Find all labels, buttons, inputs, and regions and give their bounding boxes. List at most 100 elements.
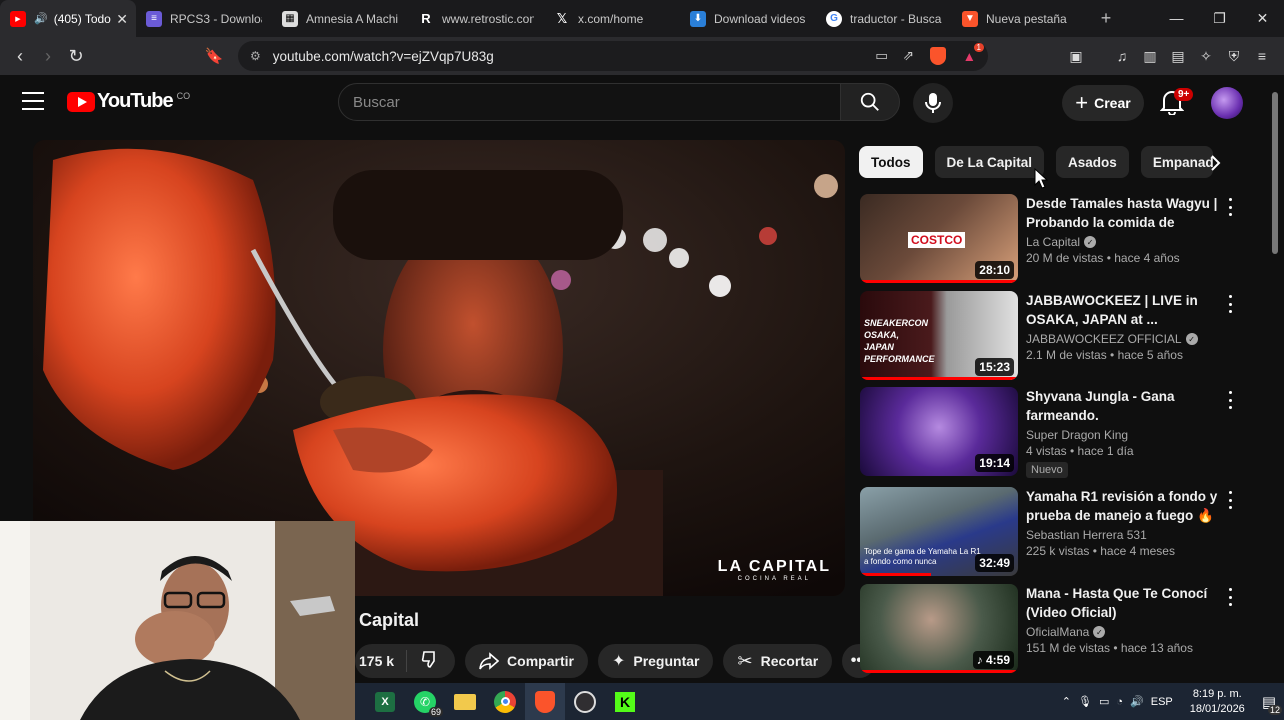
recommendation-card[interactable]: Tope de gama de Yamaha La R1 a fondo com… [859,487,1249,579]
chevron-right-icon[interactable] [1204,152,1226,174]
music-icon[interactable]: ♫ [1110,48,1134,64]
tab-x[interactable]: 𝕏 x.com/home [544,0,680,37]
scrollbar-thumb[interactable] [1272,92,1278,254]
tab-download-videos[interactable]: ⬇ Download videos [680,0,816,37]
sidebar-icon[interactable]: ▥ [1138,48,1162,65]
search-icon [860,92,879,111]
volume-icon[interactable]: 🔊 [1130,695,1144,708]
brave-taskbar-icon[interactable] [525,683,565,720]
kick-icon[interactable]: K [605,683,645,720]
file-explorer-icon[interactable] [445,683,485,720]
brave-shield-icon[interactable] [930,47,946,65]
wifi-icon[interactable]: ◔ [1116,696,1123,708]
tab-rpcs3[interactable]: ≡ RPCS3 - Downloa [136,0,272,37]
like-count[interactable]: 175 k [355,650,408,672]
channel-name[interactable]: JABBAWOCKEEZ OFFICIAL [1026,332,1182,346]
ask-button[interactable]: ✦ Preguntar [597,644,714,678]
tab-google[interactable]: G traductor - Buscar [816,0,952,37]
reload-icon[interactable]: ↻ [62,46,90,67]
channel-name[interactable]: OficialMana [1026,625,1089,639]
video-title[interactable]: Yamaha R1 revisión a fondo y prueba de m… [1026,487,1222,525]
chevron-up-icon[interactable]: ⌃ [1062,695,1071,708]
search-input[interactable] [338,83,843,121]
thumbnail[interactable]: Tope de gama de Yamaha La R1 a fondo com… [860,487,1018,576]
chip-de-la-capital[interactable]: De La Capital [934,146,1045,178]
thumbnail[interactable]: ♪ 4:59 [860,584,1018,673]
menu-icon[interactable]: ≡ [1250,48,1274,64]
bookmark-icon[interactable]: 🔖 [200,47,228,65]
more-options-icon[interactable] [1225,391,1235,409]
tab-retrostic[interactable]: R www.retrostic.con [408,0,544,37]
url-field[interactable]: ⚙ youtube.com/watch?v=ejZVqp7U83g ▭ ⇗ ▲ … [238,41,988,71]
thumbnail[interactable]: COSTCO 28:10 [860,194,1018,283]
more-options-icon[interactable] [1225,295,1235,313]
battery-icon[interactable]: ▭ [1099,695,1109,708]
restore-icon[interactable]: ❐ [1198,0,1241,37]
cast-icon[interactable]: ▭ [875,48,888,64]
forward-icon[interactable]: › [34,46,62,67]
share-icon[interactable]: ⇗ [903,48,914,64]
channel-name[interactable]: Super Dragon King [1026,428,1128,442]
back-icon[interactable]: ‹ [6,46,34,67]
avatar[interactable] [1211,87,1243,119]
new-tab-button[interactable]: + [1088,8,1124,29]
thumbnail-overlay-text: SNEAKERCON OSAKA, JAPAN PERFORMANCE [864,318,935,364]
reader-icon[interactable]: ▣ [1064,48,1088,65]
tab-youtube[interactable]: ▶ 🔊 (405) Todo ✕ [0,0,136,37]
chrome-icon[interactable] [485,683,525,720]
thumbs-down-icon [421,650,435,668]
video-title[interactable]: Shyvana Jungla - Gana farmeando. [1026,387,1222,425]
vpn-icon[interactable]: ⛨ [1222,48,1246,65]
share-button[interactable]: Compartir [465,644,588,678]
channel-name[interactable]: Sebastian Herrera 531 [1026,528,1147,542]
search-button[interactable] [840,83,900,121]
chip-asados[interactable]: Asados [1056,146,1129,178]
wallet-icon[interactable]: ▤ [1166,48,1190,65]
site-settings-icon[interactable]: ⚙ [250,49,261,63]
country-code: CO [176,90,191,101]
notification-center-icon[interactable]: ▤ 12 [1262,693,1282,715]
language-indicator[interactable]: ESP [1151,696,1173,708]
microphone-tray-icon[interactable]: 🎙 [1078,695,1092,708]
clip-button[interactable]: ✂ Recortar [723,644,833,678]
dislike-button[interactable] [407,649,455,674]
youtube-icon: ▶ [10,10,26,27]
recommendation-card[interactable]: ♪ 4:59 Mana - Hasta Que Te Conocí (Video… [859,584,1249,676]
youtube-logo[interactable]: YouTube CO [67,90,190,113]
watch-progress [860,377,1018,380]
rewards-icon[interactable]: ▲ [963,49,976,64]
recommendation-card[interactable]: 19:14 Shyvana Jungla - Gana farmeando. S… [859,387,1249,479]
tab-amnesia[interactable]: ▦ Amnesia A Machi [272,0,408,37]
video-title[interactable]: JABBAWOCKEEZ | LIVE in OSAKA, JAPAN at .… [1026,291,1222,329]
recommendation-card[interactable]: COSTCO 28:10 Desde Tamales hasta Wagyu |… [859,194,1249,286]
video-title[interactable]: Desde Tamales hasta Wagyu | Probando la … [1026,194,1222,232]
create-button[interactable]: + Crear [1062,85,1144,121]
voice-search-button[interactable] [913,83,953,123]
clock[interactable]: 8:19 p. m. 18/01/2026 [1190,687,1245,717]
notifications-button[interactable]: 9+ [1159,88,1194,117]
video-meta: 225 k vistas • hace 4 meses [1026,544,1175,558]
hamburger-menu-icon[interactable] [22,92,44,110]
more-options-icon[interactable] [1225,198,1235,216]
tab-new[interactable]: ▼ Nueva pestaña [952,0,1088,37]
close-window-icon[interactable]: ✕ [1241,0,1284,37]
recommendation-card[interactable]: SNEAKERCON OSAKA, JAPAN PERFORMANCE 15:2… [859,291,1249,383]
ai-icon[interactable]: ✧ [1194,48,1218,65]
more-options-icon[interactable] [1225,588,1235,606]
page-scrollbar[interactable] [1271,92,1279,680]
video-duration: 28:10 [975,261,1014,279]
thumbnail[interactable]: SNEAKERCON OSAKA, JAPAN PERFORMANCE 15:2… [860,291,1018,380]
whatsapp-icon[interactable]: ✆ 69 [405,683,445,720]
chip-todos[interactable]: Todos [859,146,923,178]
thumbnail[interactable]: 19:14 [860,387,1018,476]
more-options-icon[interactable] [1225,491,1235,509]
minimize-icon[interactable]: — [1155,0,1198,37]
channel-name[interactable]: La Capital [1026,235,1080,249]
close-icon[interactable]: ✕ [116,11,128,28]
speaker-icon[interactable]: 🔊 [34,12,48,25]
obs-icon[interactable] [565,683,605,720]
chip-empanadas[interactable]: Empanadas [1140,146,1213,178]
browser-toolbar-icons: ▣ ♫ ▥ ▤ ✧ ⛨ ≡ [1064,37,1274,75]
excel-icon[interactable]: X [365,683,405,720]
video-title[interactable]: Mana - Hasta Que Te Conocí (Video Oficia… [1026,584,1222,622]
